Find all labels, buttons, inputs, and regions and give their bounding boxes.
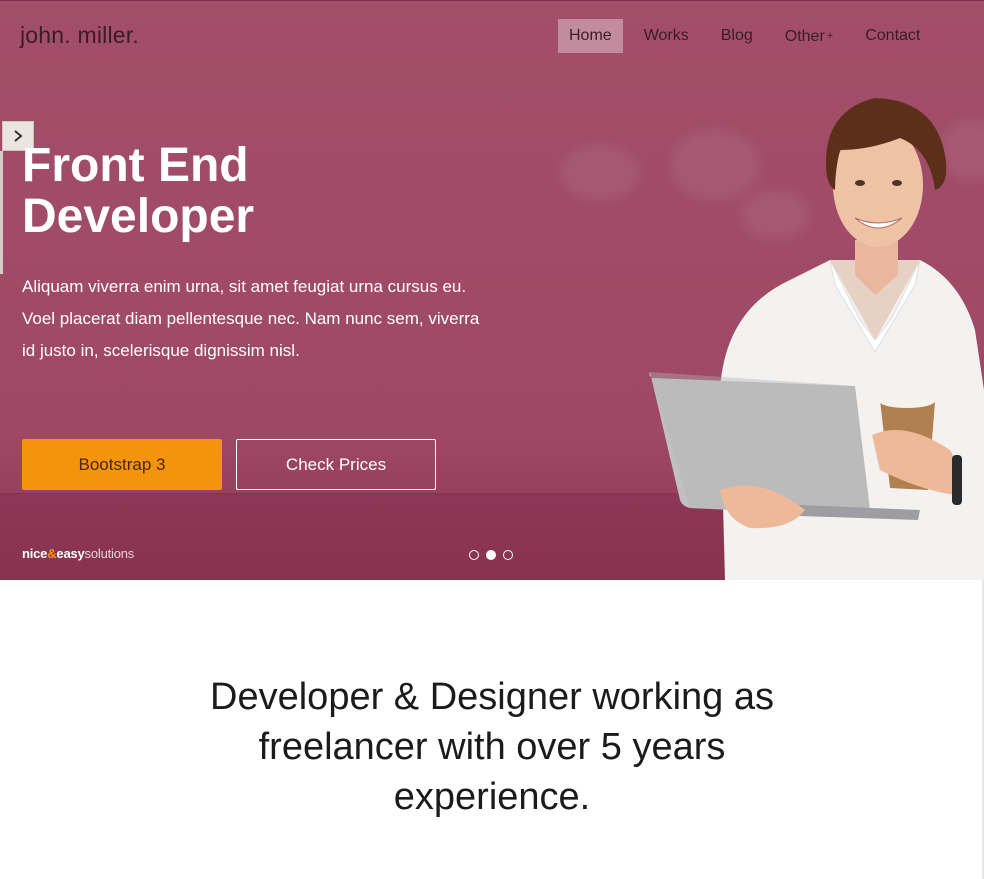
side-panel-rail: [0, 151, 3, 274]
nav-label: Home: [569, 27, 612, 44]
plus-icon: +: [826, 30, 834, 42]
brand-part-easy: easy: [56, 546, 85, 561]
slide-dot-1[interactable]: [469, 550, 479, 560]
background-cloud: [560, 145, 640, 200]
slide-dot-3[interactable]: [503, 550, 513, 560]
nav-label: Other: [784, 28, 825, 45]
hero-description: Aliquam viverra enim urna, sit amet feug…: [22, 277, 480, 360]
nav-item-blog[interactable]: Blog: [710, 19, 764, 53]
nav-item-contact[interactable]: Contact: [854, 19, 931, 53]
check-prices-button[interactable]: Check Prices: [236, 439, 436, 490]
main-navigation: Home Works Blog Other + Contact: [558, 19, 941, 53]
nav-label: Contact: [865, 27, 921, 44]
nav-item-works[interactable]: Works: [633, 19, 700, 53]
hero-title: Front End Developer: [22, 140, 422, 242]
hero-top-border: [0, 0, 984, 1]
brand-part-nice: nice: [22, 546, 48, 561]
brand-part-solutions: solutions: [84, 546, 135, 561]
developer-photo: [649, 98, 984, 580]
slide-dot-2[interactable]: [486, 550, 496, 560]
hero-title-line1: Front End: [22, 139, 249, 192]
intro-statement: Developer & Designer working as freelanc…: [210, 676, 774, 818]
hero-title-line2: Developer: [22, 190, 255, 243]
brand-watermark[interactable]: nice&easysolutions: [22, 546, 134, 561]
nav-item-home[interactable]: Home: [558, 19, 623, 53]
hero-slider: john. miller. Home Works Blog Other + Con…: [0, 0, 984, 580]
nav-item-other[interactable]: Other +: [774, 19, 844, 53]
slider-pagination: [469, 550, 520, 560]
nav-label: Blog: [720, 27, 753, 44]
site-logo[interactable]: john. miller.: [20, 22, 139, 49]
nav-label: Works: [643, 27, 689, 44]
bootstrap-button[interactable]: Bootstrap 3: [22, 439, 222, 490]
